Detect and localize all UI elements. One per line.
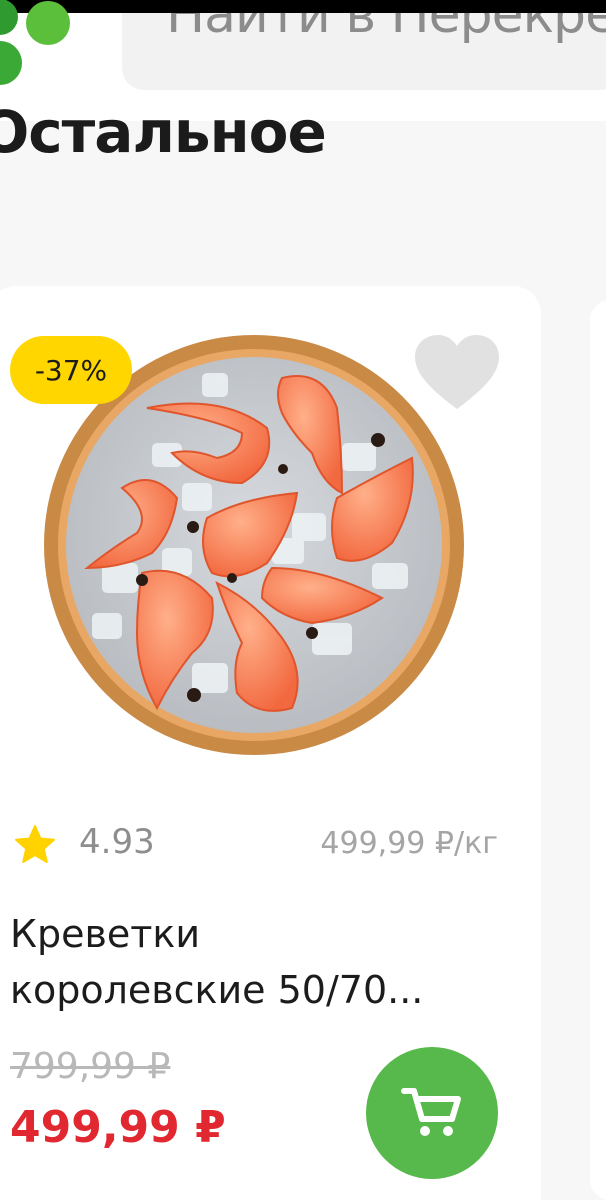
- section-title: Остальное: [0, 98, 327, 166]
- next-product-card[interactable]: [590, 300, 606, 1200]
- discount-badge: -37%: [10, 336, 132, 404]
- cart-icon: [401, 1088, 461, 1136]
- star-icon: [15, 825, 55, 863]
- new-price: 499,99 ₽: [10, 1102, 226, 1153]
- status-bar: [0, 0, 606, 13]
- product-name-line: Креветки: [10, 912, 201, 956]
- old-price: 799,99 ₽: [10, 1046, 171, 1087]
- perekrestok-logo[interactable]: [0, 0, 80, 95]
- product-name[interactable]: Креветки королевские 50/70...: [10, 906, 470, 1018]
- rating-value: 4.93: [79, 822, 155, 862]
- add-to-cart-button[interactable]: [366, 1047, 498, 1179]
- heart-icon[interactable]: [413, 333, 501, 413]
- product-name-line: королевские 50/70...: [10, 968, 424, 1012]
- search-input[interactable]: Найти в Перекрестке: [122, 13, 606, 90]
- search-placeholder: Найти в Перекрестке: [166, 13, 606, 45]
- unit-price: 499,99 ₽/кг: [320, 826, 498, 861]
